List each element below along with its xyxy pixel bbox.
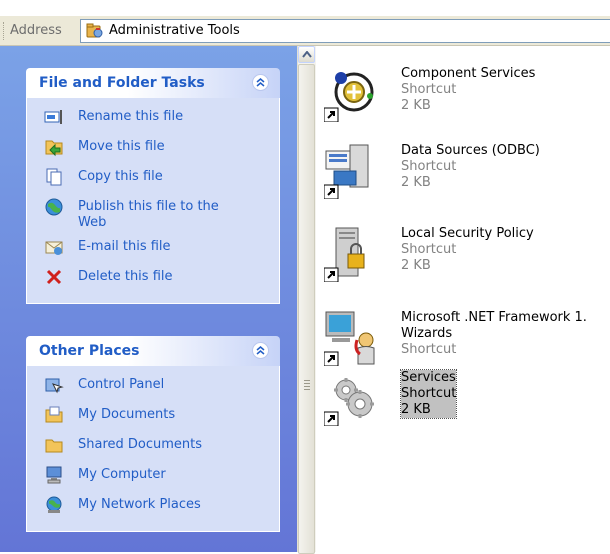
task-label: Publish this file to the Web bbox=[78, 199, 219, 230]
address-bar: Address Administrative Tools bbox=[0, 16, 610, 46]
file-info: Component Services Shortcut 2 KB bbox=[401, 66, 535, 114]
task-email[interactable]: E-mail this file bbox=[27, 237, 279, 267]
file-type: Shortcut bbox=[401, 386, 457, 401]
file-size: 2 KB bbox=[401, 98, 431, 113]
file-folder-tasks-panel: File and Folder Tasks Rename this file M… bbox=[26, 68, 280, 304]
scroll-up-button[interactable] bbox=[298, 46, 315, 63]
network-places-icon bbox=[46, 496, 62, 513]
file-size: 2 KB bbox=[401, 175, 431, 190]
task-label: Rename this file bbox=[78, 109, 184, 124]
file-name: Local Security Policy bbox=[401, 226, 534, 241]
local-security-policy-icon bbox=[324, 227, 365, 282]
place-control-panel[interactable]: Control Panel bbox=[27, 375, 279, 405]
component-services-icon bbox=[324, 72, 374, 122]
file-type: Shortcut bbox=[401, 82, 457, 97]
panel-title: Other Places bbox=[39, 343, 140, 359]
delete-icon bbox=[46, 269, 62, 285]
task-publish[interactable]: Publish this file to the Web bbox=[27, 197, 279, 237]
place-label: Control Panel bbox=[78, 377, 165, 392]
panel-title: File and Folder Tasks bbox=[39, 75, 205, 91]
my-computer-icon bbox=[46, 466, 62, 484]
my-documents-icon bbox=[45, 406, 63, 423]
place-my-computer[interactable]: My Computer bbox=[27, 465, 279, 495]
task-rename[interactable]: Rename this file bbox=[27, 107, 279, 137]
file-size: 2 KB bbox=[401, 402, 431, 417]
collapse-chevron-icon[interactable] bbox=[252, 342, 269, 359]
email-icon bbox=[45, 241, 63, 255]
file-info: Local Security Policy Shortcut 2 KB bbox=[401, 226, 534, 274]
task-label: Delete this file bbox=[78, 269, 173, 284]
task-label: Copy this file bbox=[78, 169, 163, 184]
services-icon bbox=[324, 378, 374, 426]
file-list: Component Services Shortcut 2 KB Data So… bbox=[316, 46, 610, 552]
other-places-panel: Other Places Control Panel My Documents … bbox=[26, 336, 280, 532]
file-name: Services bbox=[401, 370, 456, 385]
panel-header[interactable]: Other Places bbox=[26, 336, 280, 366]
file-size: 2 KB bbox=[401, 258, 431, 273]
task-label: Move this file bbox=[78, 139, 165, 154]
scroll-grip-icon bbox=[304, 380, 310, 392]
panel-body: Control Panel My Documents Shared Docume… bbox=[26, 366, 280, 532]
toolbar-grip[interactable] bbox=[3, 22, 6, 40]
address-label: Address bbox=[10, 23, 62, 38]
task-move[interactable]: Move this file bbox=[27, 137, 279, 167]
file-type: Shortcut bbox=[401, 159, 457, 174]
file-type: Shortcut bbox=[401, 242, 457, 257]
task-delete[interactable]: Delete this file bbox=[27, 267, 279, 297]
task-copy[interactable]: Copy this file bbox=[27, 167, 279, 197]
place-my-documents[interactable]: My Documents bbox=[27, 405, 279, 435]
place-my-network[interactable]: My Network Places bbox=[27, 495, 279, 525]
scroll-thumb[interactable] bbox=[298, 64, 315, 554]
file-type: Shortcut bbox=[401, 342, 457, 357]
file-info: Microsoft .NET Framework 1. Wizards Shor… bbox=[401, 310, 587, 358]
panel-header[interactable]: File and Folder Tasks bbox=[26, 68, 280, 98]
file-name: Data Sources (ODBC) bbox=[401, 143, 540, 158]
net-framework-wizards-icon bbox=[324, 311, 375, 366]
file-name: Microsoft .NET Framework 1. bbox=[401, 310, 587, 325]
move-icon bbox=[45, 140, 63, 157]
file-info: Data Sources (ODBC) Shortcut 2 KB bbox=[401, 143, 540, 191]
administrative-tools-icon bbox=[86, 23, 103, 38]
file-name-line2: Wizards bbox=[401, 326, 453, 341]
place-label: My Computer bbox=[78, 467, 166, 482]
place-label: My Documents bbox=[78, 407, 176, 422]
collapse-chevron-icon[interactable] bbox=[252, 74, 269, 91]
shared-documents-icon bbox=[45, 439, 63, 453]
place-label: Shared Documents bbox=[78, 437, 203, 452]
vertical-scrollbar[interactable] bbox=[297, 46, 316, 554]
copy-icon bbox=[46, 168, 62, 186]
task-label: E-mail this file bbox=[78, 239, 171, 254]
file-info: Services Shortcut 2 KB bbox=[399, 369, 458, 419]
publish-icon bbox=[45, 198, 63, 216]
file-name: Component Services bbox=[401, 66, 536, 81]
task-pane: File and Folder Tasks Rename this file M… bbox=[0, 46, 297, 552]
place-label: My Network Places bbox=[78, 497, 201, 512]
data-sources-icon bbox=[324, 144, 369, 199]
place-shared-documents[interactable]: Shared Documents bbox=[27, 435, 279, 465]
control-panel-icon bbox=[45, 378, 64, 394]
address-input[interactable]: Administrative Tools bbox=[80, 19, 610, 43]
address-value: Administrative Tools bbox=[109, 23, 240, 38]
panel-body: Rename this file Move this file Copy thi… bbox=[26, 98, 280, 304]
rename-icon bbox=[44, 110, 62, 124]
